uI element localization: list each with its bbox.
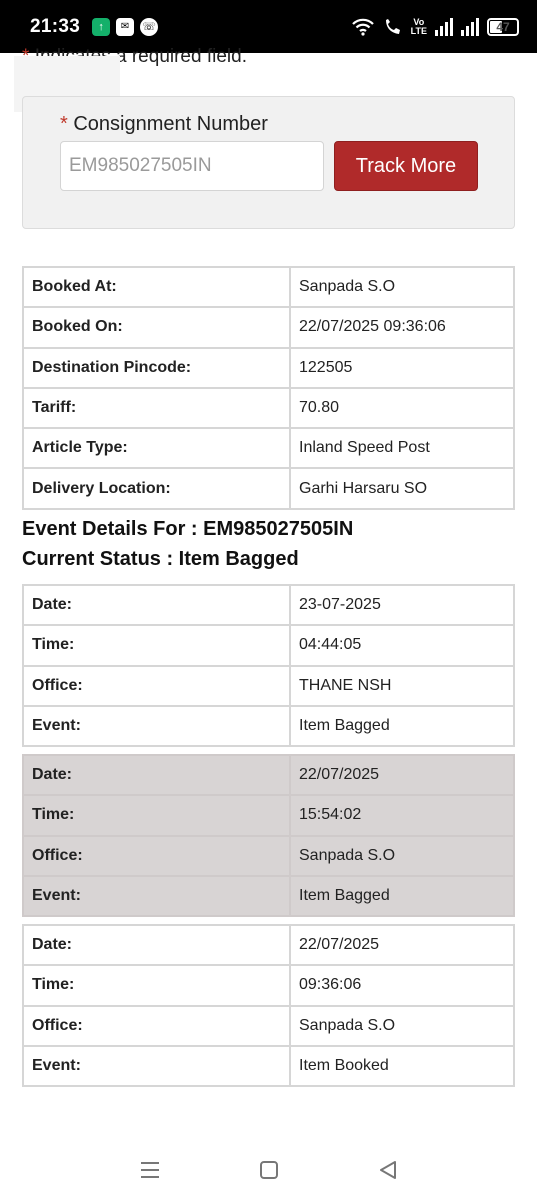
consignment-label-text: Consignment Number	[73, 113, 268, 135]
booking-details-table: Booked At: Sanpada S.O Booked On: 22/07/202…	[22, 265, 515, 510]
table-row: Office: THANE NSH	[22, 664, 515, 707]
event-table: Date: 22/07/2025 Time: 15:54:02 Office: Sanpa…	[22, 753, 515, 918]
wifi-icon	[351, 18, 374, 36]
row-label: Destination Pincode:	[22, 346, 291, 389]
table-row: Destination Pincode: 122505	[22, 346, 515, 389]
row-label: Date:	[22, 923, 291, 967]
row-label: Article Type:	[22, 427, 291, 470]
row-value: Item Bagged	[289, 704, 515, 748]
row-value: 22/07/2025	[289, 923, 515, 967]
table-row: Office: Sanpada S.O	[22, 834, 515, 877]
table-row: Booked At: Sanpada S.O	[22, 265, 515, 309]
status-system-icons: Vo LTE 47	[351, 17, 519, 36]
row-label: Event:	[22, 704, 291, 748]
row-value: Item Bagged	[289, 874, 515, 918]
event-table: Date: 23-07-2025 Time: 04:44:05 Office: THANE…	[22, 583, 515, 748]
row-value: Item Booked	[289, 1044, 515, 1088]
row-label: Time:	[22, 624, 291, 667]
required-star: *	[60, 113, 68, 135]
row-value: 22/07/2025 09:36:06	[289, 306, 515, 349]
consignment-label: * Consignment Number	[60, 113, 268, 136]
row-value: 15:54:02	[289, 794, 515, 837]
table-row: Tariff: 70.80	[22, 386, 515, 430]
tracking-form: * Consignment Number Track More	[22, 96, 515, 229]
table-row: Time: 09:36:06	[22, 964, 515, 1007]
table-row: Time: 04:44:05	[22, 624, 515, 667]
row-label: Time:	[22, 794, 291, 837]
table-row: Date: 23-07-2025	[22, 583, 515, 627]
back-icon[interactable]	[368, 1150, 408, 1190]
row-label: Event:	[22, 874, 291, 918]
app-icon: ↑	[92, 17, 111, 36]
table-row: Event: Item Bagged	[22, 704, 515, 748]
status-time: 21:33	[30, 15, 81, 37]
row-label: Office:	[22, 1004, 291, 1047]
table-row: Date: 22/07/2025	[22, 923, 515, 967]
row-value: Sanpada S.O	[289, 1004, 515, 1047]
row-value: THANE NSH	[289, 664, 515, 707]
row-value: Inland Speed Post	[289, 427, 515, 470]
row-value: Sanpada S.O	[289, 265, 515, 309]
table-row: Delivery Location: Garhi Harsaru SO	[22, 467, 515, 510]
current-status-heading: Current Status : Item Bagged	[22, 548, 299, 570]
battery-icon: 47	[487, 17, 519, 36]
row-value: Garhi Harsaru SO	[289, 467, 515, 510]
table-row: Office: Sanpada S.O	[22, 1004, 515, 1047]
track-more-button[interactable]: Track More	[334, 141, 478, 191]
table-row: Article Type: Inland Speed Post	[22, 427, 515, 470]
row-label: Office:	[22, 834, 291, 877]
row-value: 23-07-2025	[289, 583, 515, 627]
row-label: Booked On:	[22, 306, 291, 349]
signal-icon	[435, 17, 453, 36]
row-label: Delivery Location:	[22, 467, 291, 510]
row-label: Booked At:	[22, 265, 291, 309]
system-nav-bar	[0, 1140, 537, 1200]
table-row: Event: Item Booked	[22, 1044, 515, 1088]
table-row: Time: 15:54:02	[22, 794, 515, 837]
row-value: 09:36:06	[289, 964, 515, 1007]
row-label: Time:	[22, 964, 291, 1007]
row-value: 122505	[289, 346, 515, 389]
row-value: 22/07/2025	[289, 753, 515, 797]
row-label: Date:	[22, 753, 291, 797]
signal-icon	[461, 17, 479, 36]
event-details-heading: Event Details For : EM985027505IN	[22, 518, 354, 540]
table-row: Booked On: 22/07/2025 09:36:06	[22, 306, 515, 349]
volte-bottom: LTE	[410, 25, 427, 36]
home-icon[interactable]	[249, 1150, 289, 1190]
consignment-number-input[interactable]	[60, 141, 324, 191]
row-value: Sanpada S.O	[289, 834, 515, 877]
row-value: 70.80	[289, 386, 515, 430]
table-row: Event: Item Bagged	[22, 874, 515, 918]
status-notification-icons: ↑ ✉ ☏	[92, 17, 159, 36]
volte-indicator: Vo LTE	[410, 17, 427, 36]
notification-icon: ✉	[116, 17, 135, 36]
battery-level: 47	[496, 19, 510, 34]
call-icon: ☏	[140, 17, 159, 36]
recents-icon[interactable]	[130, 1150, 170, 1190]
row-label: Office:	[22, 664, 291, 707]
row-value: 04:44:05	[289, 624, 515, 667]
row-label: Tariff:	[22, 386, 291, 430]
event-table: Date: 22/07/2025 Time: 09:36:06 Office: Sanpa…	[22, 923, 515, 1088]
wifi-call-icon	[385, 18, 400, 34]
row-label: Event:	[22, 1044, 291, 1088]
row-label: Date:	[22, 583, 291, 627]
table-row: Date: 22/07/2025	[22, 753, 515, 797]
